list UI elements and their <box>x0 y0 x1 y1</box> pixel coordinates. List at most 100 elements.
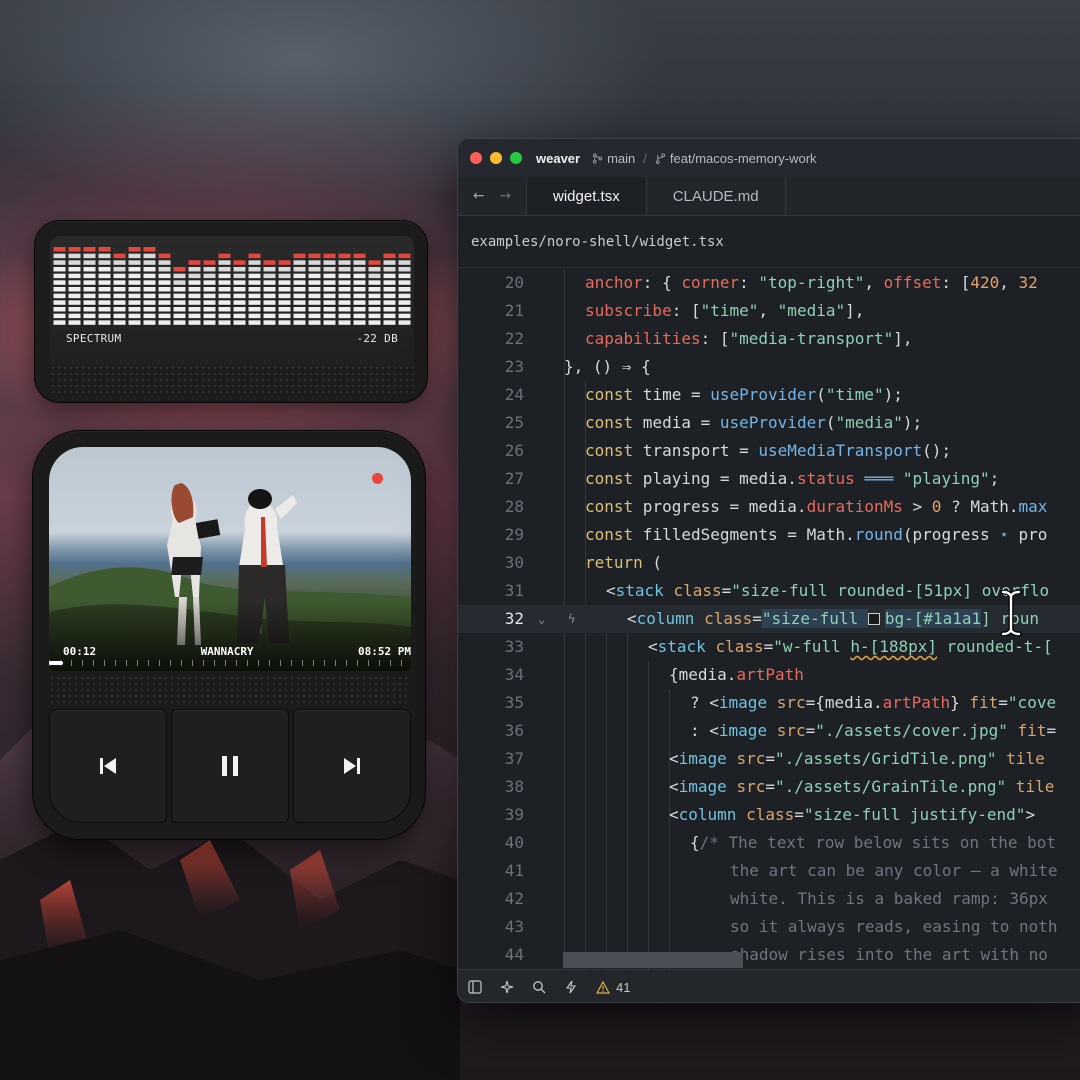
spectrum-segment <box>188 280 201 285</box>
horizontal-scrollbar[interactable] <box>563 952 743 968</box>
spectrum-segment <box>53 293 66 299</box>
code-token: ); <box>902 413 923 432</box>
sidebar-toggle-icon[interactable] <box>468 980 482 994</box>
spectrum-segment <box>323 313 336 319</box>
sparkle-icon[interactable] <box>500 980 514 994</box>
code-token: ); <box>883 385 903 404</box>
search-icon[interactable] <box>532 980 546 994</box>
spectrum-segment <box>338 267 351 272</box>
spectrum-segment <box>353 287 366 292</box>
code-line: 24 const time = useProvider("time"); <box>458 381 1080 409</box>
spectrum-segment <box>53 320 66 325</box>
spectrum-segment <box>293 293 306 299</box>
spectrum-segment <box>308 280 321 285</box>
code-comment: the art can be any color — a white <box>730 861 1058 880</box>
now-playing-row: 00:12 WANNACRY 08:52 PM <box>63 643 411 659</box>
forward-arrow-icon[interactable]: → <box>499 188 511 204</box>
spectrum-segment <box>203 293 216 299</box>
code-token: = <box>794 805 804 824</box>
branch-main[interactable]: main <box>592 151 635 166</box>
code-token: < <box>648 637 658 656</box>
branch-feature-label: feat/macos-memory-work <box>669 150 817 166</box>
spectrum-segment <box>98 253 111 259</box>
spectrum-segment <box>158 267 171 272</box>
code-token: tile <box>996 749 1045 768</box>
progress-track[interactable] <box>49 660 411 666</box>
spectrum-peak-segment <box>263 260 276 265</box>
spectrum-segment <box>98 313 111 319</box>
code-token: rounded-t-[ <box>937 637 1053 656</box>
spectrum-segment <box>398 280 411 285</box>
code-token: const <box>585 441 634 460</box>
spectrum-segment <box>323 293 336 299</box>
spectrum-segment <box>113 287 126 292</box>
branch-feature[interactable]: feat/macos-memory-work <box>655 151 817 166</box>
spectrum-bars <box>53 247 411 325</box>
code-token: progress = media. <box>633 497 807 516</box>
color-swatch[interactable] <box>867 613 880 625</box>
lightning-icon[interactable] <box>564 980 578 994</box>
code-line: 44 shadow rises into the art with no <box>458 941 1080 969</box>
spectrum-segment <box>248 287 261 292</box>
code-comment: white. This is a baked ramp: 36px <box>730 889 1048 908</box>
spectrum-segment <box>53 260 66 265</box>
spectrum-segment <box>188 293 201 299</box>
code-token: "media-transport" <box>729 329 894 348</box>
git-branch-icon <box>655 152 665 164</box>
tab-claude-md[interactable]: CLAUDE.md <box>647 177 786 215</box>
spectrum-segment <box>218 307 231 312</box>
spectrum-peak-segment <box>233 260 246 265</box>
spectrum-segment <box>128 273 141 279</box>
code-line: 29 const filledSegments = Math.round(prog… <box>458 521 1080 549</box>
spectrum-peak-segment <box>83 247 96 252</box>
spectrum-segment <box>233 273 246 279</box>
line-number: 26 <box>504 441 524 460</box>
album-art: 00:12 WANNACRY 08:52 PM <box>49 447 411 671</box>
code-line: 23}, () ⇒ { <box>458 353 1080 381</box>
close-window-button[interactable] <box>470 152 482 164</box>
zoom-window-button[interactable] <box>510 152 522 164</box>
ibeam-cursor-icon <box>1000 590 1022 636</box>
spectrum-segment <box>248 313 261 319</box>
spectrum-segment <box>128 267 141 272</box>
tab-widget-tsx[interactable]: widget.tsx <box>526 177 647 215</box>
project-name[interactable]: weaver <box>536 151 580 166</box>
warning-count: 41 <box>616 979 631 995</box>
line-number: 36 <box>504 721 524 740</box>
spectrum-segment <box>353 293 366 299</box>
spectrum-segment <box>68 320 81 325</box>
pause-button[interactable] <box>171 709 289 823</box>
code-token: "size-full <box>761 609 868 628</box>
next-track-button[interactable] <box>293 709 411 823</box>
spectrum-segment <box>233 300 246 305</box>
code-token: "./assets/GridTile.png" <box>774 749 997 768</box>
spectrum-segment <box>203 273 216 279</box>
warnings-indicator[interactable]: 41 <box>596 980 630 995</box>
spectrum-segment <box>53 253 66 259</box>
spectrum-peak-segment <box>353 253 366 259</box>
code-token: : { <box>642 273 682 292</box>
minimize-window-button[interactable] <box>490 152 502 164</box>
back-arrow-icon[interactable]: ← <box>473 188 485 204</box>
spectrum-segment <box>338 293 351 299</box>
previous-track-button[interactable] <box>49 709 167 823</box>
lightning-icon[interactable]: ϟ <box>568 605 575 633</box>
spectrum-segment <box>308 260 321 265</box>
spectrum-segment <box>353 260 366 265</box>
code-token: "./assets/cover.jpg" <box>815 721 1008 740</box>
spectrum-segment <box>173 300 186 305</box>
line-number: 34 <box>504 665 524 684</box>
spectrum-peak-segment <box>53 247 66 252</box>
code-area[interactable]: 20 anchor: { corner: "top-right", offset:… <box>458 269 1080 992</box>
file-breadcrumb[interactable]: examples/noro-shell/widget.tsx <box>458 216 1080 268</box>
spectrum-segment <box>83 267 96 272</box>
spectrum-peak-segment <box>203 260 216 265</box>
code-token: useMediaTransport <box>758 441 923 460</box>
fold-chevron-icon[interactable]: ⌄ <box>538 605 545 633</box>
spectrum-segment <box>383 300 396 305</box>
spectrum-widget: SPECTRUM -22 DB <box>34 220 428 403</box>
spectrum-segment <box>263 307 276 312</box>
spectrum-segment <box>383 260 396 265</box>
code-token: < <box>669 805 679 824</box>
spectrum-segment <box>248 320 261 325</box>
